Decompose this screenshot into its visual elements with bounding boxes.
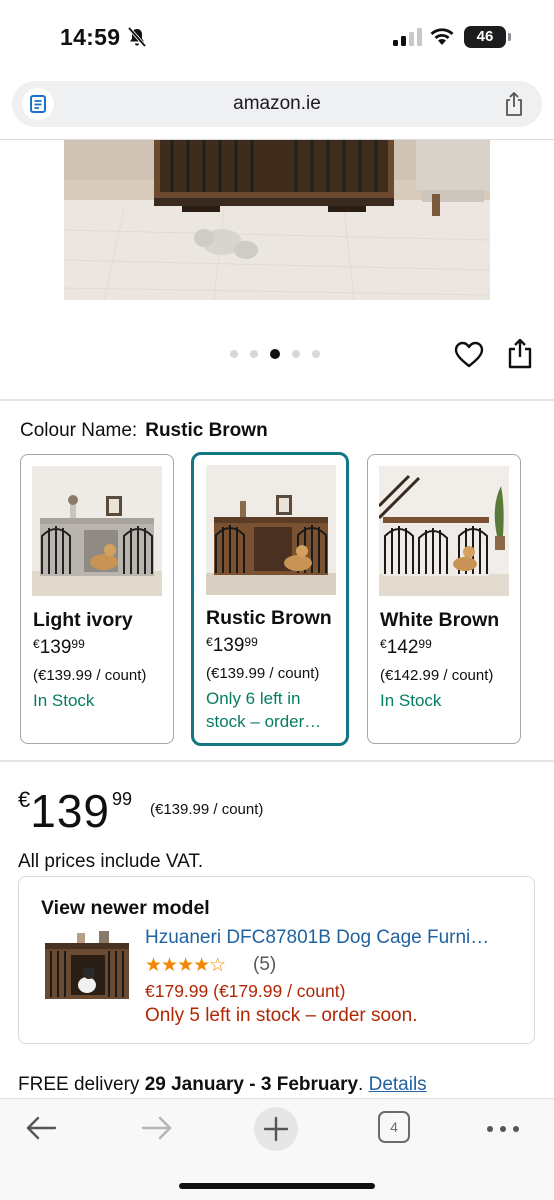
product-image[interactable]: [64, 140, 490, 300]
forward-arrow-icon[interactable]: [140, 1113, 174, 1143]
delivery-details-link[interactable]: Details: [369, 1074, 427, 1095]
newer-model-image[interactable]: [41, 927, 133, 1007]
colour-option-rustic-brown[interactable]: Rustic Brown €13999 (€139.99 / count) On…: [191, 452, 349, 746]
delivery-prefix: FREE delivery: [18, 1074, 145, 1095]
swatch-unit-price: (€139.99 / count): [33, 667, 147, 684]
section-divider: [0, 760, 554, 762]
newer-model-price: €179.99 (€179.99 / count): [145, 981, 346, 1001]
section-divider: [0, 399, 554, 401]
back-arrow-icon[interactable]: [24, 1113, 58, 1143]
share-icon[interactable]: [502, 91, 526, 117]
new-tab-button[interactable]: [254, 1107, 298, 1151]
delivery-dates: 29 January - 3 February: [144, 1074, 359, 1095]
delivery-info: FREE delivery 29 January - 3 February. D…: [18, 1074, 427, 1096]
swatch-unit-price: (€142.99 / count): [380, 667, 494, 684]
newer-model-card[interactable]: View newer model Hzuaneri DFC87801B Dog …: [18, 876, 535, 1044]
wifi-icon: [430, 28, 454, 45]
newer-model-link[interactable]: Hzuaneri DFC87801B Dog Cage Furni…: [145, 927, 489, 949]
swatch-image: [379, 466, 509, 596]
tab-switcher-button[interactable]: 4: [378, 1111, 410, 1143]
swatch-price: €13999: [33, 637, 85, 658]
colour-option-light-ivory[interactable]: Light ivory €13999 (€139.99 / count) In …: [20, 454, 174, 744]
price-currency: €: [18, 787, 31, 812]
price-whole: 139: [30, 785, 110, 837]
swatch-unit-price: (€139.99 / count): [206, 665, 320, 682]
pager-dot[interactable]: [250, 350, 258, 358]
swatch-image: [32, 466, 162, 596]
pager-dot[interactable]: [230, 350, 238, 358]
product-price: €139 99: [18, 784, 132, 838]
colour-label: Colour Name:: [20, 420, 138, 441]
battery-level: 46: [476, 28, 494, 45]
home-indicator[interactable]: [179, 1183, 375, 1189]
newer-model-stock: Only 5 left in stock – order soon.: [145, 1005, 418, 1026]
address-bar[interactable]: amazon.ie: [12, 81, 542, 127]
delivery-suffix: .: [358, 1074, 369, 1095]
heart-icon[interactable]: [454, 340, 484, 370]
price-fraction: 99: [112, 789, 133, 809]
bell-muted-icon: [127, 26, 147, 48]
newer-model-heading: View newer model: [41, 897, 210, 919]
pager-dot[interactable]: [312, 350, 320, 358]
url-text[interactable]: amazon.ie: [12, 93, 542, 115]
swatch-name: White Brown: [380, 609, 500, 631]
swatch-stock-status: In Stock: [380, 691, 442, 710]
plus-icon: [263, 1116, 289, 1142]
pager-dot-active[interactable]: [270, 349, 280, 359]
share-product-icon[interactable]: [506, 338, 534, 370]
battery-icon: 46: [464, 26, 511, 48]
rating-count[interactable]: (5): [253, 954, 276, 976]
more-options-icon[interactable]: [486, 1125, 520, 1133]
rating-stars-icon[interactable]: ★★★★☆: [145, 954, 226, 977]
vat-note: All prices include VAT.: [18, 851, 204, 872]
colour-option-white-brown[interactable]: White Brown €14299 (€142.99 / count) In …: [367, 454, 521, 744]
swatch-stock-status: In Stock: [33, 691, 95, 710]
colour-name-row: Colour Name: Rustic Brown: [20, 420, 268, 442]
swatch-price: €13999: [206, 635, 258, 656]
image-pager[interactable]: [230, 348, 320, 360]
swatch-name: Rustic Brown: [206, 607, 332, 629]
swatch-stock-status: Only 6 left in stock – order…: [206, 689, 322, 731]
cellular-signal-icon: [393, 28, 422, 46]
colour-selected-value: Rustic Brown: [145, 420, 268, 441]
swatch-price: €14299: [380, 637, 432, 658]
price-per-unit: (€139.99 / count): [150, 801, 264, 818]
status-time: 14:59: [60, 24, 121, 50]
swatch-image: [206, 465, 336, 595]
swatch-name: Light ivory: [33, 609, 133, 631]
pager-dot[interactable]: [292, 350, 300, 358]
status-bar: 14:59 46: [0, 0, 554, 74]
